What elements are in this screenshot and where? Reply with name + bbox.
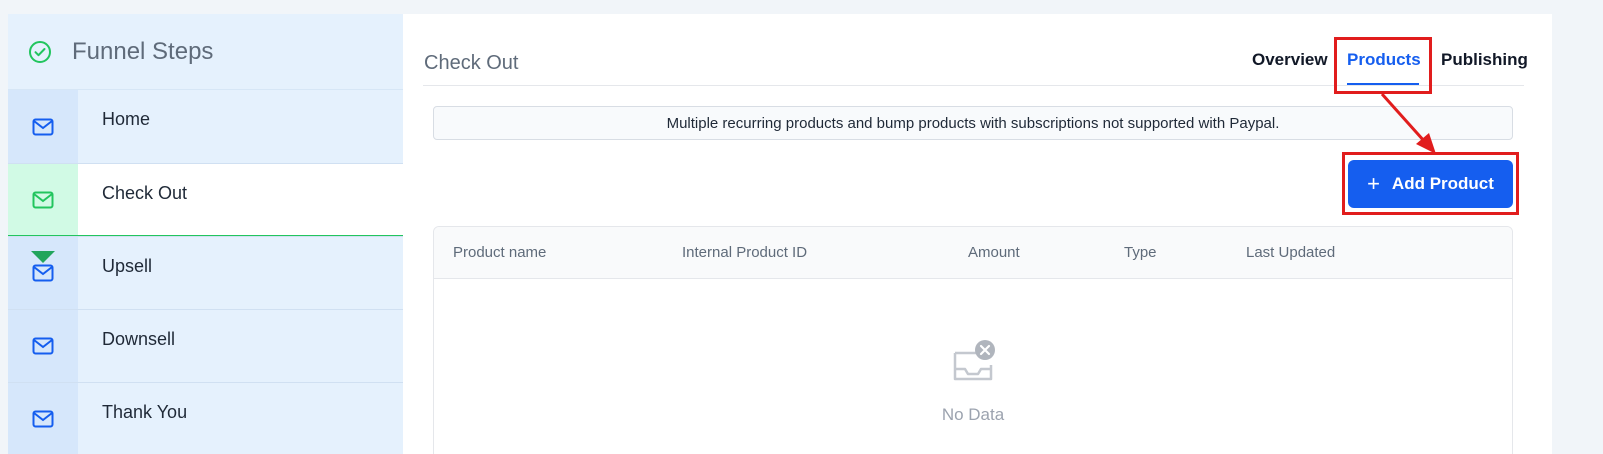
column-amount: Amount (968, 244, 1020, 261)
envelope-icon (32, 410, 54, 428)
step-label: Downsell (102, 329, 176, 349)
empty-state-text: No Data (941, 405, 1005, 424)
step-rail (8, 310, 78, 382)
step-rail (8, 383, 78, 454)
paypal-notice: Multiple recurring products and bump pro… (433, 106, 1513, 140)
step-label: Check Out (78, 164, 403, 235)
envelope-icon (32, 191, 54, 208)
tab-publishing[interactable]: Publishing (1441, 50, 1528, 70)
empty-state: No Data (434, 339, 1512, 425)
sidebar-header: Funnel Steps (8, 14, 403, 90)
step-label: Thank You (102, 402, 188, 422)
column-last-updated: Last Updated (1246, 244, 1336, 261)
step-home[interactable]: Home (8, 90, 403, 163)
sidebar-title: Funnel Steps (72, 37, 214, 65)
column-type: Type (1124, 244, 1157, 261)
envelope-icon (32, 264, 54, 282)
products-table: Product name Internal Product ID Amount … (433, 226, 1513, 454)
tab-overview[interactable]: Overview (1252, 50, 1328, 70)
table-header: Product name Internal Product ID Amount … (434, 227, 1512, 279)
step-rail (8, 90, 78, 163)
check-circle-icon (29, 40, 51, 63)
column-internal-product-id: Internal Product ID (682, 244, 808, 261)
column-product-name: Product name (453, 244, 547, 261)
step-thank-you[interactable]: Thank You (8, 382, 403, 454)
step-check-out[interactable]: Check Out (8, 163, 403, 236)
envelope-icon (32, 118, 54, 135)
funnel-steps-sidebar: Funnel Steps Home Check Out Upsell Downs… (8, 14, 403, 454)
step-rail (8, 237, 78, 309)
step-label: Upsell (102, 256, 153, 276)
active-step-connector (31, 251, 55, 263)
empty-inbox-icon (953, 340, 995, 381)
step-label: Home (102, 109, 151, 129)
step-rail (8, 164, 78, 235)
page-title: Check Out (424, 52, 519, 74)
step-upsell[interactable]: Upsell (8, 236, 403, 309)
products-tab-highlight (1334, 37, 1432, 94)
step-downsell[interactable]: Downsell (8, 309, 403, 382)
add-product-highlight (1342, 152, 1519, 215)
envelope-icon (32, 337, 54, 355)
